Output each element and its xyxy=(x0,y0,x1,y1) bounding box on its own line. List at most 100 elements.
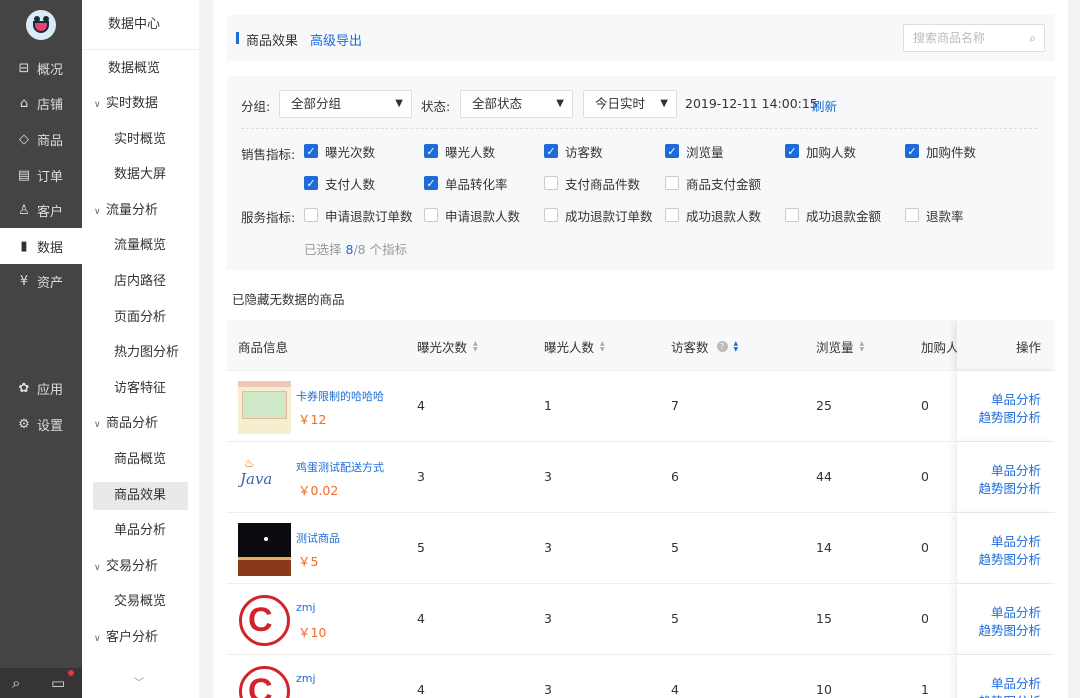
col-cart-people[interactable]: 加购人 xyxy=(921,337,959,356)
search-icon[interactable]: ⌕ xyxy=(12,674,20,692)
nav-item-asset[interactable]: ¥ 资产 xyxy=(0,263,82,299)
nav-item-customer[interactable]: ♙ 客户 xyxy=(0,192,82,228)
metric-checkbox[interactable]: ✓ 加购件数 xyxy=(905,143,976,160)
sidebar-item[interactable]: 实时概览 xyxy=(82,126,199,154)
col-visitors[interactable]: 访客数? ▲ ▼ xyxy=(671,337,738,356)
nav-item-order[interactable]: ▤ 订单 xyxy=(0,157,82,193)
sidebar-group[interactable]: ∨ 商品分析 xyxy=(82,410,199,438)
status-select-value: 全部状态 xyxy=(472,96,523,111)
refresh-link[interactable]: 刷新 xyxy=(812,96,837,115)
trend-analysis-link[interactable]: 趋势图分析 xyxy=(978,549,1041,568)
sidebar-item[interactable]: 数据概览 xyxy=(82,55,199,83)
checkbox-checked-icon[interactable]: ✓ xyxy=(304,144,318,158)
product-name-link[interactable]: 卡券限制的哈哈哈 xyxy=(296,388,384,404)
sidebar-group[interactable]: ∨ 交易分析 xyxy=(82,553,199,581)
metric-checkbox[interactable]: 申请退款订单数 xyxy=(304,207,413,224)
sidebar-group[interactable]: ∨ 流量分析 xyxy=(82,197,199,225)
nav-item-store[interactable]: ⌂ 店铺 xyxy=(0,85,82,121)
metric-checkbox[interactable]: 退款率 xyxy=(905,207,964,224)
metric-checkbox[interactable]: ✓ 曝光次数 xyxy=(304,143,375,160)
single-analysis-link[interactable]: 单品分析 xyxy=(991,531,1041,550)
advanced-export-link[interactable]: 高级导出 xyxy=(310,30,362,49)
period-select[interactable]: 今日实时 ▼ xyxy=(583,90,677,118)
nav-item-apps[interactable]: ✿ 应用 xyxy=(0,370,82,406)
sidebar-item[interactable]: 交易概览 xyxy=(82,588,199,616)
metric-checkbox[interactable]: ✓ 加购人数 xyxy=(785,143,856,160)
sidebar-item[interactable]: 商品概览 xyxy=(82,446,199,474)
product-name-link[interactable]: 测试商品 xyxy=(296,530,340,546)
sidebar-item[interactable]: 单品分析 xyxy=(82,517,199,545)
trend-analysis-link[interactable]: 趋势图分析 xyxy=(978,620,1041,639)
checkbox-unchecked-icon[interactable] xyxy=(665,176,679,190)
single-analysis-link[interactable]: 单品分析 xyxy=(991,673,1041,692)
checkbox-unchecked-icon[interactable] xyxy=(304,208,318,222)
shop-avatar-logo[interactable] xyxy=(26,10,56,40)
checkbox-checked-icon[interactable]: ✓ xyxy=(665,144,679,158)
sort-icon[interactable]: ▲ ▼ xyxy=(860,340,865,353)
checkbox-unchecked-icon[interactable] xyxy=(544,176,558,190)
product-thumbnail[interactable] xyxy=(238,381,291,434)
sidebar-item[interactable]: 访客特征 xyxy=(82,375,199,403)
checkbox-checked-icon[interactable]: ✓ xyxy=(424,144,438,158)
single-analysis-link[interactable]: 单品分析 xyxy=(991,602,1041,621)
metric-checkbox[interactable]: ✓ 曝光人数 xyxy=(424,143,495,160)
single-analysis-link[interactable]: 单品分析 xyxy=(991,389,1041,408)
col-exposure-times[interactable]: 曝光次数 ▲ ▼ xyxy=(417,337,478,356)
metric-checkbox[interactable]: 成功退款人数 xyxy=(665,207,761,224)
nav-item-gear[interactable]: ⚙ 设置 xyxy=(0,406,82,442)
sidebar-item[interactable]: 热力图分析 xyxy=(82,339,199,367)
chevron-down-icon[interactable]: ﹀ xyxy=(134,674,144,689)
col-exposure-people[interactable]: 曝光人数 ▲ ▼ xyxy=(544,337,605,356)
checkbox-unchecked-icon[interactable] xyxy=(665,208,679,222)
sort-icon[interactable]: ▲ ▼ xyxy=(473,340,478,353)
col-views[interactable]: 浏览量 ▲ ▼ xyxy=(816,337,864,356)
sort-icon[interactable]: ▲ ▼ xyxy=(734,340,739,353)
metric-checkbox[interactable]: 成功退款金额 xyxy=(785,207,881,224)
metric-checkbox[interactable]: ✓ 支付人数 xyxy=(304,175,375,192)
nav-item-tag[interactable]: ◇ 商品 xyxy=(0,121,82,157)
product-thumbnail[interactable]: C xyxy=(238,594,291,647)
sidebar-item[interactable]: 页面分析 xyxy=(82,304,199,332)
sidebar-item[interactable]: 数据大屏 xyxy=(82,161,199,189)
checkbox-checked-icon[interactable]: ✓ xyxy=(905,144,919,158)
metric-checkbox[interactable]: ✓ 浏览量 xyxy=(665,143,724,160)
single-analysis-link[interactable]: 单品分析 xyxy=(991,460,1041,479)
product-name-link[interactable]: zmj xyxy=(296,672,316,685)
sidebar-item[interactable]: 店内路径 xyxy=(82,268,199,296)
metric-checkbox[interactable]: 申请退款人数 xyxy=(424,207,520,224)
metric-checkbox[interactable]: 支付商品件数 xyxy=(544,175,640,192)
metric-checkbox[interactable]: 商品支付金额 xyxy=(665,175,761,192)
checkbox-checked-icon[interactable]: ✓ xyxy=(785,144,799,158)
nav-item-data[interactable]: ▮ 数据 xyxy=(0,228,82,264)
sidebar-group[interactable]: ∨ 实时数据 xyxy=(82,90,199,118)
help-icon[interactable]: ? xyxy=(716,341,728,352)
sort-icon[interactable]: ▲ ▼ xyxy=(600,340,605,353)
checkbox-unchecked-icon[interactable] xyxy=(544,208,558,222)
product-thumbnail[interactable] xyxy=(238,523,291,576)
checkbox-checked-icon[interactable]: ✓ xyxy=(544,144,558,158)
status-select[interactable]: 全部状态 ▼ xyxy=(460,90,573,118)
sidebar-item[interactable]: 流量概览 xyxy=(82,232,199,260)
checkbox-unchecked-icon[interactable] xyxy=(424,208,438,222)
metric-checkbox[interactable]: 成功退款订单数 xyxy=(544,207,653,224)
product-name-link[interactable]: 鸡蛋测试配送方式 xyxy=(296,459,384,475)
checkbox-checked-icon[interactable]: ✓ xyxy=(304,176,318,190)
product-thumbnail[interactable]: Java ♨ xyxy=(238,452,291,505)
product-name-link[interactable]: zmj xyxy=(296,601,316,614)
sidebar-group[interactable]: ∨ 客户分析 xyxy=(82,624,199,652)
message-icon[interactable]: ▭ xyxy=(51,674,65,692)
checkbox-checked-icon[interactable]: ✓ xyxy=(424,176,438,190)
metric-checkbox[interactable]: ✓ 访客数 xyxy=(544,143,603,160)
nav-item-overview[interactable]: ⊟ 概况 xyxy=(0,50,82,86)
search-input[interactable]: 搜索商品名称 ⌕ xyxy=(903,24,1045,52)
checkbox-unchecked-icon[interactable] xyxy=(785,208,799,222)
sidebar-item[interactable]: 商品效果 xyxy=(93,482,188,510)
trend-analysis-link[interactable]: 趋势图分析 xyxy=(978,478,1041,497)
trend-analysis-link[interactable]: 趋势图分析 xyxy=(978,407,1041,426)
group-select[interactable]: 全部分组 ▼ xyxy=(279,90,412,118)
product-thumbnail[interactable]: C xyxy=(238,665,291,698)
checkbox-unchecked-icon[interactable] xyxy=(905,208,919,222)
scrollbar-track[interactable] xyxy=(1068,0,1080,698)
trend-analysis-link[interactable]: 趋势图分析 xyxy=(978,691,1041,698)
metric-checkbox[interactable]: ✓ 单品转化率 xyxy=(424,175,508,192)
